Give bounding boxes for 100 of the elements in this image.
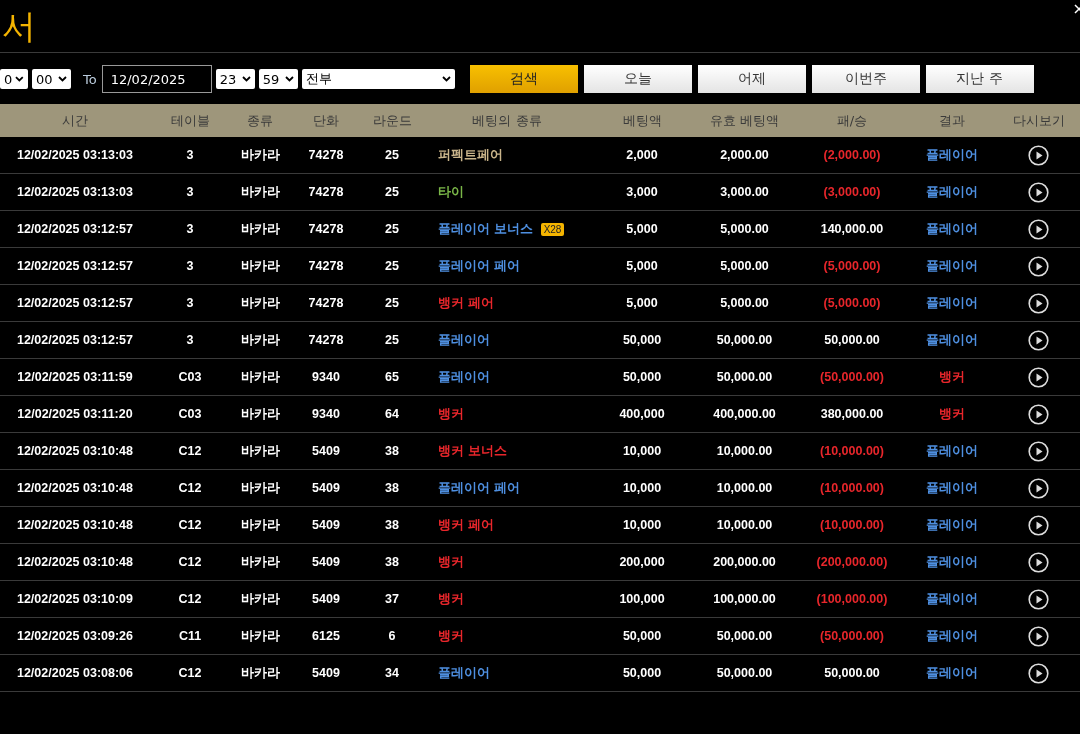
table-cell-text: 바카라 — [239, 146, 281, 164]
table-cell-text: 5,000 — [625, 222, 659, 236]
table-cell-text: 6 — [387, 629, 397, 643]
table-cell-text: 12/02/2025 03:11:20 — [16, 407, 134, 421]
date-field[interactable]: 12/02/2025 — [101, 65, 212, 93]
table-cell-text: 74278 — [307, 296, 345, 310]
table-cell-text: 바카라 — [239, 479, 281, 497]
table-cell-text: 12/02/2025 03:10:48 — [15, 518, 135, 532]
table-cell-text: 5409 — [311, 555, 341, 569]
table-cell-text: 12/02/2025 03:12:57 — [15, 333, 135, 347]
table-cell-text: 5409 — [311, 444, 341, 458]
table-cell-text: 74278 — [307, 185, 345, 199]
table-cell-text: 5,000.00 — [719, 296, 770, 310]
date-range-button[interactable]: 이번주 — [811, 65, 920, 93]
hour-select[interactable]: 23 — [215, 69, 255, 89]
bet-type: 뱅커 페어 — [438, 294, 494, 312]
result-text: 플레이어 — [926, 147, 978, 162]
table-cell-text: C11 — [177, 629, 203, 643]
table-cell-text: 바카라 — [239, 257, 281, 275]
table-cell-text: 74278 — [307, 148, 345, 162]
table-cell-text: 12/02/2025 03:13:03 — [15, 185, 135, 199]
table-cell-text: 12/02/2025 03:09:26 — [15, 629, 135, 643]
table-cell-text: 12/02/2025 03:10:48 — [15, 555, 135, 569]
table-cell-text: 6125 — [311, 629, 341, 643]
column-header: 테이블 — [169, 111, 211, 130]
play-icon[interactable] — [1028, 255, 1049, 277]
table-cell-text: 바카라 — [239, 405, 281, 423]
table-cell-text: 10,000.00 — [715, 444, 774, 458]
bet-type: 퍼펙트페어 — [438, 146, 503, 164]
table-cell-text: 12/02/2025 03:10:48 — [15, 481, 135, 495]
table-cell-text: 25 — [384, 333, 400, 347]
table-cell-text: 3 — [185, 259, 195, 273]
column-header: 유효 베팅액 — [708, 111, 781, 130]
table-cell-text: 25 — [384, 296, 400, 310]
play-icon[interactable] — [1028, 551, 1049, 573]
table-cell-text: 38 — [384, 555, 400, 569]
table-cell-text: 200,000 — [618, 555, 666, 569]
win-loss-cell-text: 380,000.00 — [819, 407, 885, 421]
win-loss-cell-text: (200,000.00) — [815, 555, 889, 569]
multiplier-badge: X28 — [540, 222, 565, 236]
table-cell-text: C12 — [177, 444, 203, 458]
table-cell-text: 50,000.00 — [715, 370, 774, 384]
search-button[interactable]: 검색 — [469, 65, 578, 93]
result-text: 플레이어 — [926, 665, 978, 680]
bet-type: 뱅커 — [438, 590, 464, 608]
column-header: 시간 — [61, 111, 89, 130]
play-icon[interactable] — [1028, 366, 1049, 388]
result-text: 플레이어 — [926, 554, 978, 569]
play-icon[interactable] — [1028, 181, 1049, 203]
caret-icon — [241, 76, 251, 82]
minute-select[interactable]: 00 — [32, 69, 71, 89]
play-icon[interactable] — [1028, 625, 1049, 647]
table-cell-text: 12/02/2025 03:11:59 — [16, 370, 134, 384]
play-icon[interactable] — [1028, 144, 1049, 166]
table-cell-text: 12/02/2025 03:08:06 — [15, 666, 135, 680]
table-cell-text: 12/02/2025 03:10:48 — [15, 444, 135, 458]
table-cell-text: 바카라 — [239, 516, 281, 534]
table-cell-text: 12/02/2025 03:12:57 — [15, 222, 135, 236]
result-text: 플레이어 — [926, 480, 978, 495]
bet-type: 플레이어 — [438, 331, 490, 349]
win-loss-cell-text: (5,000.00) — [822, 259, 882, 273]
table-cell-text: 50,000 — [621, 666, 663, 680]
play-icon[interactable] — [1028, 588, 1049, 610]
table-cell-text: C03 — [177, 370, 203, 384]
table-cell-text: 34 — [384, 666, 400, 680]
play-icon[interactable] — [1028, 662, 1049, 684]
play-icon[interactable] — [1028, 440, 1049, 462]
table-cell-text: 50,000.00 — [715, 629, 774, 643]
table-cell-text: 25 — [384, 222, 400, 236]
table-cell-text: 12/02/2025 03:13:03 — [15, 148, 135, 162]
play-icon[interactable] — [1028, 292, 1049, 314]
minute-select[interactable]: 59 — [258, 69, 298, 89]
game-select[interactable]: 전부 — [301, 69, 455, 89]
table-cell-text: 50,000 — [621, 629, 663, 643]
table-cell-text: 12/02/2025 03:12:57 — [15, 259, 135, 273]
play-icon[interactable] — [1028, 329, 1049, 351]
date-range-button[interactable]: 어제 — [697, 65, 806, 93]
win-loss-cell-text: 140,000.00 — [819, 222, 885, 236]
play-icon[interactable] — [1028, 403, 1049, 425]
table-cell-text: C12 — [177, 666, 203, 680]
table-cell-text: 바카라 — [239, 442, 281, 460]
date-range-button[interactable]: 오늘 — [583, 65, 692, 93]
table-cell-text: 12/02/2025 03:12:57 — [15, 296, 135, 310]
play-icon[interactable] — [1028, 477, 1049, 499]
table-cell-text: 바카라 — [239, 331, 281, 349]
win-loss-cell-text: (10,000.00) — [819, 444, 885, 458]
column-header: 단화 — [312, 111, 340, 130]
play-icon[interactable] — [1028, 514, 1049, 536]
bet-type: 뱅커 — [438, 553, 464, 571]
table-cell-text: 9340 — [311, 370, 341, 384]
table-cell-text: 3 — [185, 296, 195, 310]
bet-type: 플레이어 페어 — [438, 479, 520, 497]
table-cell-text: 100,000 — [618, 592, 666, 606]
date-range-button[interactable]: 지난 주 — [925, 65, 1034, 93]
table-cell-text: 3 — [185, 222, 195, 236]
table-cell-text: 74278 — [307, 259, 345, 273]
bet-type: 플레이어 페어 — [438, 257, 520, 275]
table-cell-text: 74278 — [307, 333, 345, 347]
play-icon[interactable] — [1028, 218, 1049, 240]
hour-select[interactable]: 0 — [0, 69, 28, 89]
